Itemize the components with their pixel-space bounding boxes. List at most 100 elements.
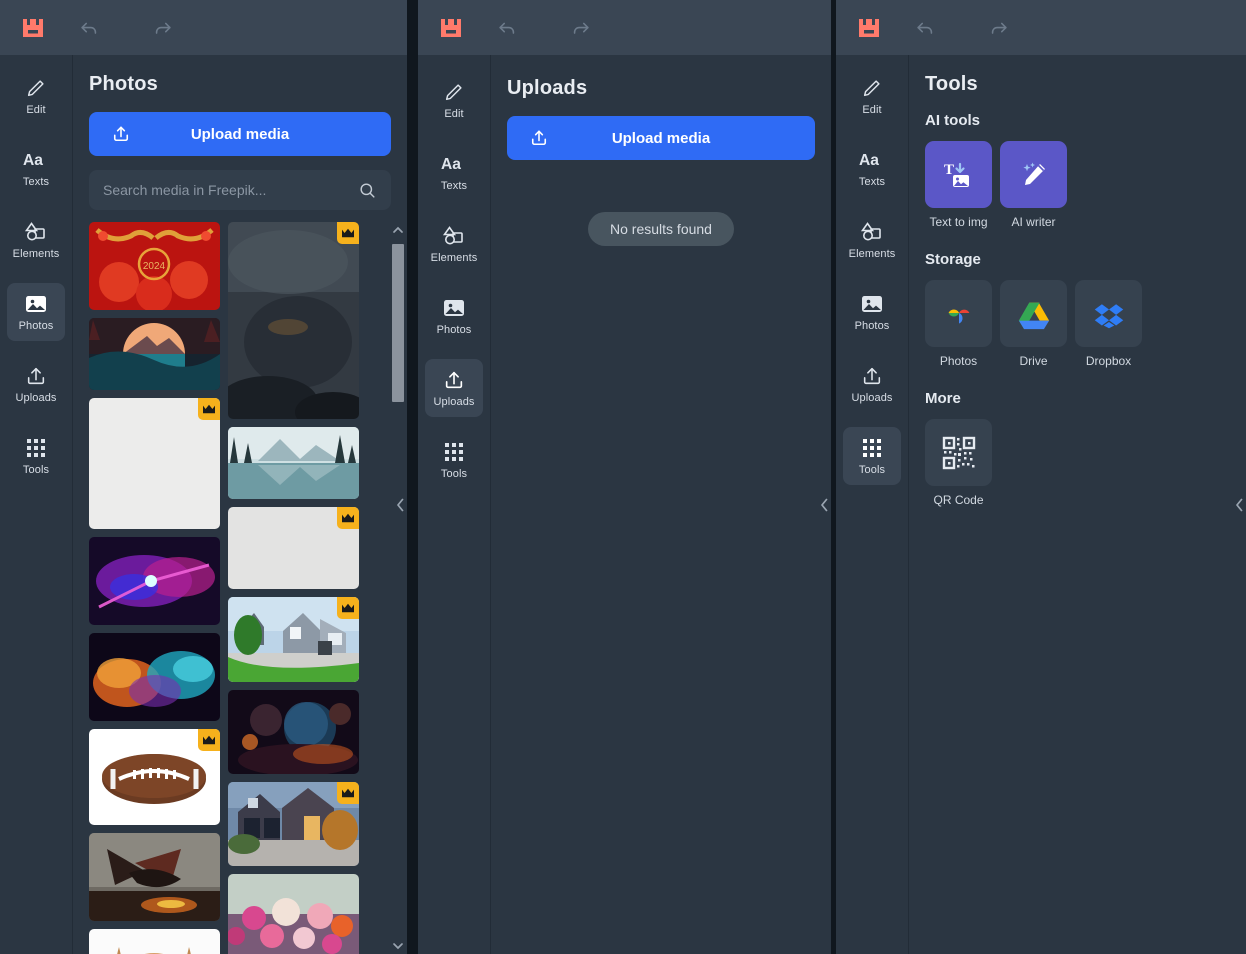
more-tiles: QR Code <box>925 419 1230 507</box>
photo-thumb[interactable] <box>89 929 220 954</box>
photo-thumb[interactable] <box>228 507 359 589</box>
google-photos-icon <box>925 280 992 347</box>
undo-button[interactable] <box>910 13 940 43</box>
sidebar-item-edit[interactable]: Edit <box>843 67 901 125</box>
redo-button[interactable] <box>566 13 596 43</box>
sidebar-item-uploads[interactable]: Uploads <box>843 355 901 413</box>
collapse-panel-button[interactable] <box>393 485 407 525</box>
sidebar-item-elements[interactable]: Elements <box>425 215 483 273</box>
grid-dots-icon <box>25 436 47 460</box>
upload-icon <box>111 124 131 144</box>
freepik-crown-logo[interactable] <box>18 14 48 42</box>
crown-icon <box>337 597 359 619</box>
sidebar-item-texts[interactable]: Aa Texts <box>843 139 901 197</box>
sidebar-item-label: Tools <box>440 468 468 480</box>
photo-thumb[interactable] <box>228 782 359 866</box>
tile-ai-writer[interactable]: AI writer <box>1000 141 1067 229</box>
photo-thumb[interactable] <box>89 833 220 921</box>
sidebar-item-photos[interactable]: Photos <box>425 287 483 345</box>
collapse-panel-button[interactable] <box>817 485 831 525</box>
photo-thumb[interactable] <box>228 874 359 954</box>
grid-dots-icon <box>443 440 465 464</box>
tile-text-to-img[interactable]: T Text to img <box>925 141 992 229</box>
undo-button[interactable] <box>492 13 522 43</box>
sidebar-item-uploads[interactable]: Uploads <box>7 355 65 413</box>
photo-thumb[interactable] <box>89 537 220 625</box>
qr-code-icon <box>925 419 992 486</box>
search-input[interactable] <box>103 182 358 198</box>
photo-thumb[interactable] <box>228 427 359 499</box>
sidebar-item-photos[interactable]: Photos <box>843 283 901 341</box>
redo-button[interactable] <box>148 13 178 43</box>
sidebar-item-texts[interactable]: Aa Texts <box>425 143 483 201</box>
sidebar-item-tools[interactable]: Tools <box>425 431 483 489</box>
tile-qr-code[interactable]: QR Code <box>925 419 992 507</box>
sidebar-item-elements[interactable]: Elements <box>7 211 65 269</box>
scrollbar-thumb[interactable] <box>392 244 404 402</box>
sidebar-item-tools[interactable]: Tools <box>7 427 65 485</box>
crown-icon <box>337 507 359 529</box>
undo-button[interactable] <box>74 13 104 43</box>
sidebar-item-edit[interactable]: Edit <box>425 71 483 129</box>
redo-button[interactable] <box>984 13 1014 43</box>
sidebar-item-label: Edit <box>444 108 464 120</box>
search-icon[interactable] <box>358 181 377 200</box>
page-title: Tools <box>925 73 978 95</box>
photo-grid-scroll-area[interactable]: 2024 <box>73 222 407 954</box>
sidebar-rail: Edit Aa Texts Elements Photos Uploads To… <box>418 55 490 954</box>
text-aa-icon: Aa <box>441 152 467 176</box>
search-media-box[interactable] <box>89 170 391 210</box>
upload-icon <box>443 368 465 392</box>
sidebar-rail: Edit Aa Texts Elements Photos Uploads To… <box>0 55 72 954</box>
sidebar-item-tools[interactable]: Tools <box>843 427 901 485</box>
tile-label: Photos <box>939 354 978 368</box>
sidebar-item-label: Elements <box>12 248 60 260</box>
sidebar-item-label: Edit <box>26 104 46 116</box>
sidebar-item-label: Uploads <box>851 392 893 404</box>
freepik-crown-logo[interactable] <box>854 14 884 42</box>
photo-thumb[interactable] <box>228 597 359 682</box>
sidebar-item-edit[interactable]: Edit <box>7 67 65 125</box>
sidebar-item-elements[interactable]: Elements <box>843 211 901 269</box>
photos-content: Photos Upload media 2024 <box>72 55 407 954</box>
photo-thumb[interactable] <box>89 398 220 529</box>
sidebar-item-photos[interactable]: Photos <box>7 283 65 341</box>
chevron-up-icon[interactable] <box>392 222 404 238</box>
photo-thumb[interactable] <box>89 729 220 825</box>
photo-thumb[interactable] <box>228 690 359 774</box>
magic-wand-icon <box>1000 141 1067 208</box>
uploads-panel: Edit Aa Texts Elements Photos Uploads To… <box>418 0 831 954</box>
tile-label: QR Code <box>933 493 984 507</box>
photo-thumb[interactable] <box>89 633 220 721</box>
tile-google-drive[interactable]: Drive <box>1000 280 1067 368</box>
sidebar-item-label: Tools <box>858 464 886 476</box>
crown-icon <box>198 729 220 751</box>
panel-gap <box>407 0 418 954</box>
vertical-scrollbar[interactable] <box>391 222 405 954</box>
upload-media-label: Upload media <box>190 125 290 143</box>
sidebar-item-uploads[interactable]: Uploads <box>425 359 483 417</box>
tile-dropbox[interactable]: Dropbox <box>1075 280 1142 368</box>
tile-google-photos[interactable]: Photos <box>925 280 992 368</box>
shapes-icon <box>24 220 48 244</box>
chevron-down-icon[interactable] <box>392 938 404 954</box>
upload-media-button[interactable]: Upload media <box>89 112 391 156</box>
photos-panel: Edit Aa Texts Elements Photos Uploads To… <box>0 0 407 954</box>
sidebar-item-texts[interactable]: Aa Texts <box>7 139 65 197</box>
collapse-panel-button[interactable] <box>1232 485 1246 525</box>
scrollbar-track[interactable] <box>392 238 404 938</box>
sidebar-item-label: Elements <box>430 252 478 264</box>
app-stage: Edit Aa Texts Elements Photos Uploads To… <box>0 0 1246 954</box>
upload-media-label: Upload media <box>611 129 711 147</box>
photo-thumb[interactable] <box>228 222 359 419</box>
photo-thumb[interactable] <box>89 318 220 390</box>
photo-thumb[interactable]: 2024 <box>89 222 220 310</box>
storage-tiles: Photos Drive Dropbox <box>925 280 1230 368</box>
tile-label: Dropbox <box>1085 354 1132 368</box>
shapes-icon <box>442 224 466 248</box>
upload-icon <box>861 364 883 388</box>
section-title-storage: Storage <box>925 251 981 268</box>
tile-label: Drive <box>1019 354 1048 368</box>
upload-media-button[interactable]: Upload media <box>507 116 815 160</box>
freepik-crown-logo[interactable] <box>436 14 466 42</box>
